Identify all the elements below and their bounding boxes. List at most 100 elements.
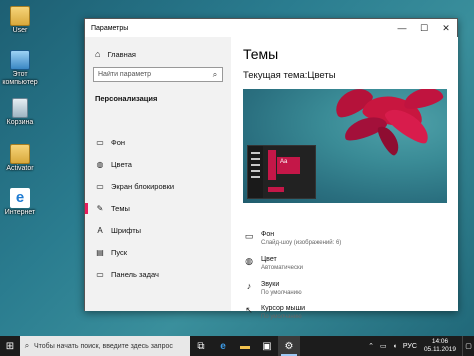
preview-line — [251, 170, 260, 172]
system-tray: ⌃ ▭ ◖ РУС 14:06 05.11.2019 ▢ — [365, 336, 474, 356]
settings-icon: ⚙ — [284, 340, 294, 352]
home-label: Главная — [107, 49, 136, 59]
desktop-icon-label: Этот компьютер — [2, 71, 38, 86]
section-label: Персонализация — [95, 94, 158, 103]
sidebar-item-label: Панель задач — [111, 269, 159, 279]
desktop-icon-activator[interactable]: Activator — [2, 144, 38, 173]
taskbar-icon: ▭ — [96, 269, 104, 279]
computer-icon — [10, 50, 30, 70]
close-button[interactable]: ✕ — [435, 19, 457, 37]
preview-tile-text: Aa — [277, 157, 300, 174]
prop-name: Звуки — [261, 281, 280, 288]
preview-window: Aa — [247, 145, 316, 199]
title-bar[interactable]: Параметры — ☐ ✕ — [85, 19, 457, 37]
page-title: Темы — [243, 46, 279, 62]
language-indicator[interactable]: РУС — [403, 343, 417, 350]
flower-petal — [401, 89, 445, 112]
task-view-button[interactable]: ⧉ — [190, 336, 212, 356]
notification-center-button[interactable]: ▢ — [462, 336, 474, 356]
taskbar: ⊞ ⌕ Чтобы начать поиск, введите здесь за… — [0, 336, 474, 356]
palette-icon: ◍ — [245, 256, 253, 266]
theme-preview: Aa — [243, 89, 447, 203]
prop-name: Цвет — [261, 256, 277, 263]
desktop-icon-label: Интернет — [4, 209, 36, 216]
sound-icon: ♪ — [246, 281, 252, 291]
prop-name: Фон — [261, 231, 275, 238]
home-icon: ⌂ — [95, 49, 101, 59]
sidebar-item-themes[interactable]: ✎ Темы — [85, 198, 231, 218]
desktop-icon-user[interactable]: User — [2, 6, 38, 35]
maximize-button[interactable]: ☐ — [413, 19, 435, 37]
sidebar-item-label: Пуск — [111, 247, 128, 257]
theme-prop-color[interactable]: ◍ Цвет Автоматически — [243, 255, 447, 277]
folder-icon — [10, 144, 30, 164]
chevron-up-icon[interactable]: ⌃ — [368, 342, 374, 350]
store-icon: ▣ — [262, 340, 272, 352]
preview-line — [251, 176, 260, 178]
prop-value: По умолчанию — [261, 314, 302, 320]
folder-user-icon — [10, 6, 30, 26]
sidebar-item-label: Экран блокировки — [111, 181, 175, 191]
search-icon: ⌕ — [24, 341, 30, 350]
desktop-icon-this-pc[interactable]: Этот компьютер — [2, 50, 38, 87]
search-input[interactable] — [94, 71, 208, 78]
theme-prop-cursor[interactable]: ↖ Курсор мыши По умолчанию — [243, 304, 447, 326]
window-title: Параметры — [91, 24, 129, 32]
prop-value: Слайд-шоу (изображений: 6) — [261, 240, 342, 246]
start-button[interactable]: ⊞ — [0, 336, 20, 356]
image-icon: ▭ — [96, 137, 104, 147]
internet-explorer-icon: e — [10, 188, 30, 208]
taskbar-search[interactable]: ⌕ Чтобы начать поиск, введите здесь запр… — [20, 336, 190, 356]
desktop-icon-internet[interactable]: e Интернет — [2, 188, 38, 217]
desktop-icon-label: Корзина — [6, 119, 34, 126]
preview-tile — [268, 150, 276, 180]
preview-line — [251, 158, 260, 160]
preview-line — [251, 152, 260, 154]
file-explorer-button[interactable]: ▬ — [234, 336, 256, 356]
clock[interactable]: 14:06 05.11.2019 — [424, 338, 456, 354]
desktop-icon-recycle-bin[interactable]: Корзина — [2, 98, 38, 127]
cursor-icon: ↖ — [245, 305, 253, 315]
volume-icon[interactable]: ◖ — [393, 343, 397, 350]
settings-search: ⌕ — [93, 67, 223, 82]
sidebar: ⌂ Главная ⌕ Персонализация ▭ Фон ◍ Цвета… — [85, 37, 231, 311]
minimize-button[interactable]: — — [391, 19, 413, 37]
sidebar-item-start[interactable]: ▤ Пуск — [85, 242, 231, 262]
desktop-icon-label: User — [12, 27, 28, 34]
sidebar-item-lock-screen[interactable]: ▭ Экран блокировки — [85, 176, 231, 196]
brush-icon: ✎ — [96, 203, 104, 213]
sidebar-item-background[interactable]: ▭ Фон — [85, 132, 231, 152]
theme-prop-background[interactable]: ▭ Фон Слайд-шоу (изображений: 6) — [243, 230, 447, 252]
recycle-bin-icon — [12, 98, 28, 118]
sidebar-item-colors[interactable]: ◍ Цвета — [85, 154, 231, 174]
current-theme-label: Текущая тема:Цветы — [243, 70, 336, 81]
start-menu-icon: ▤ — [96, 247, 104, 257]
notification-icon: ▢ — [465, 343, 472, 350]
clock-time: 14:06 — [431, 338, 449, 345]
task-view-icon: ⧉ — [197, 340, 205, 352]
store-button[interactable]: ▣ — [256, 336, 278, 356]
network-icon[interactable]: ▭ — [380, 342, 387, 350]
palette-icon: ◍ — [96, 159, 104, 169]
preview-line — [251, 164, 260, 166]
prop-name: Курсор мыши — [261, 305, 306, 312]
preview-button — [268, 187, 284, 192]
edge-icon: e — [220, 340, 226, 352]
edge-button[interactable]: e — [212, 336, 234, 356]
taskbar-search-placeholder: Чтобы начать поиск, введите здесь запрос — [34, 342, 173, 350]
prop-value: Автоматически — [261, 265, 303, 271]
desktop-icon-label: Activator — [6, 165, 34, 172]
sidebar-item-fonts[interactable]: A Шрифты — [85, 220, 231, 240]
theme-prop-sounds[interactable]: ♪ Звуки По умолчанию — [243, 280, 447, 302]
windows-logo-icon: ⊞ — [5, 340, 15, 352]
prop-value: По умолчанию — [261, 290, 302, 296]
main-content: Темы Текущая тема:Цветы Aa ▭ Фон Слайд-ш… — [231, 37, 458, 320]
sidebar-item-taskbar[interactable]: ▭ Панель задач — [85, 264, 231, 284]
lock-screen-icon: ▭ — [96, 181, 104, 191]
search-icon[interactable]: ⌕ — [208, 70, 222, 80]
sidebar-item-label: Фон — [111, 137, 126, 147]
home-link[interactable]: ⌂ Главная — [95, 49, 136, 59]
sidebar-item-label: Темы — [111, 203, 130, 213]
sidebar-item-label: Цвета — [111, 159, 132, 169]
settings-taskbar-button[interactable]: ⚙ — [278, 336, 300, 356]
